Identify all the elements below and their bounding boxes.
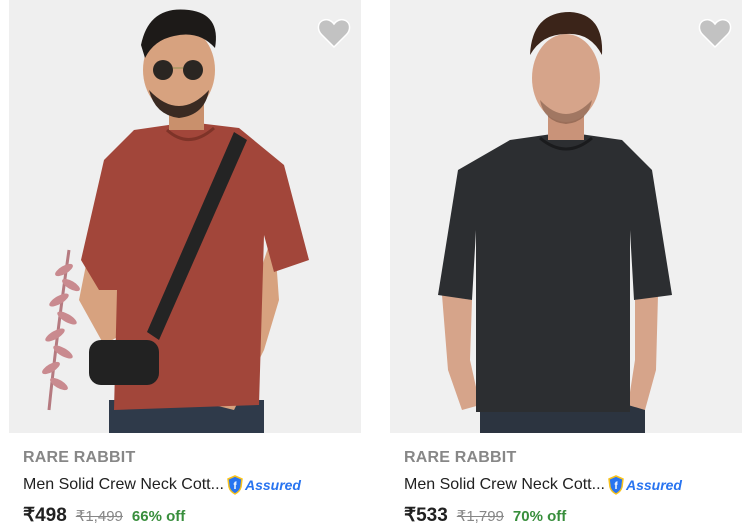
product-image[interactable] — [9, 0, 361, 433]
discount-label: 66% off — [131, 508, 186, 525]
product-title-row: Men Solid Crew Neck Cott... f Assured — [404, 473, 742, 497]
wishlist-heart-icon[interactable] — [698, 17, 732, 49]
selling-price: ₹498 — [23, 505, 67, 526]
price-row: ₹533 ₹1,799 70% off — [404, 504, 566, 527]
assured-badge: f Assured — [226, 475, 301, 495]
original-price: ₹1,499 — [75, 508, 123, 525]
product-title[interactable]: Men Solid Crew Neck Cott... — [23, 476, 224, 494]
product-card[interactable]: RARE RABBIT Men Solid Crew Neck Cott... … — [390, 0, 742, 531]
selling-price: ₹533 — [404, 505, 448, 526]
product-photo-man-red-tshirt — [9, 0, 361, 433]
product-brand: RARE RABBIT — [404, 449, 517, 466]
product-grid: RARE RABBIT Men Solid Crew Neck Cott... … — [0, 0, 750, 531]
original-price: ₹1,799 — [456, 508, 504, 525]
product-image[interactable] — [390, 0, 742, 433]
assured-badge: f Assured — [607, 475, 682, 495]
product-title-row: Men Solid Crew Neck Cott... f Assured — [23, 473, 361, 497]
product-brand: RARE RABBIT — [23, 449, 136, 466]
discount-label: 70% off — [512, 508, 567, 525]
assured-label: Assured — [625, 477, 682, 493]
product-photo-man-black-tshirt — [390, 0, 742, 433]
wishlist-heart-icon[interactable] — [317, 17, 351, 49]
price-row: ₹498 ₹1,499 66% off — [23, 504, 185, 527]
assured-label: Assured — [244, 477, 301, 493]
product-title[interactable]: Men Solid Crew Neck Cott... — [404, 476, 605, 494]
assured-shield-icon: f — [227, 475, 243, 495]
product-card[interactable]: RARE RABBIT Men Solid Crew Neck Cott... … — [9, 0, 361, 531]
assured-shield-icon: f — [608, 475, 624, 495]
